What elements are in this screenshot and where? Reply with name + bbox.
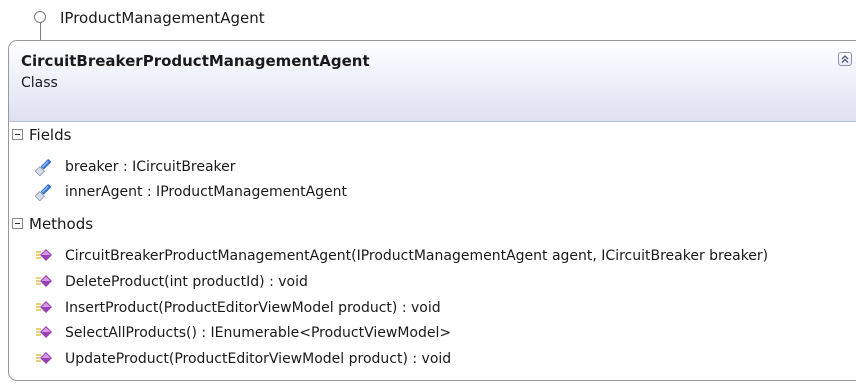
class-kind: Class [21,75,58,91]
method-icon [36,301,52,313]
field-icon [35,184,52,201]
interface-lollipop-icon [34,11,46,23]
implemented-interface: IProductManagementAgent [0,0,400,42]
method-item[interactable]: InsertProduct(ProductEditorViewModel pro… [9,297,856,319]
method-item[interactable]: DeleteProduct(int productId) : void [9,271,856,293]
method-text: UpdateProduct(ProductEditorViewModel pro… [65,351,452,367]
method-text: CircuitBreakerProductManagementAgent(IPr… [65,248,769,264]
class-name: CircuitBreakerProductManagementAgent [21,52,370,70]
collapse-fields-toggle-icon[interactable] [12,129,23,140]
method-text: DeleteProduct(int productId) : void [65,274,308,290]
class-shape[interactable]: CircuitBreakerProductManagementAgent Cla… [8,40,856,381]
class-header[interactable]: CircuitBreakerProductManagementAgent Cla… [9,41,856,122]
method-item[interactable]: SelectAllProducts() : IEnumerable<Produc… [9,322,856,344]
fields-compartment-title: Fields [29,126,72,144]
method-text: InsertProduct(ProductEditorViewModel pro… [65,300,441,316]
method-icon [36,352,52,364]
field-item[interactable]: innerAgent : IProductManagementAgent [9,181,856,203]
interface-name: IProductManagementAgent [60,9,265,27]
method-text: SelectAllProducts() : IEnumerable<Produc… [65,325,452,341]
field-icon [35,159,52,176]
method-icon [36,275,52,287]
field-item[interactable]: breaker : ICircuitBreaker [9,156,856,178]
double-chevron-up-icon [841,55,849,63]
method-icon [36,326,52,338]
collapse-shape-button[interactable] [838,52,852,66]
method-item[interactable]: CircuitBreakerProductManagementAgent(IPr… [9,245,856,267]
field-text: breaker : ICircuitBreaker [65,159,236,175]
methods-compartment-title: Methods [29,215,94,233]
method-icon [36,249,52,261]
collapse-methods-toggle-icon[interactable] [12,218,23,229]
field-text: innerAgent : IProductManagementAgent [65,184,348,200]
method-item[interactable]: UpdateProduct(ProductEditorViewModel pro… [9,348,856,370]
